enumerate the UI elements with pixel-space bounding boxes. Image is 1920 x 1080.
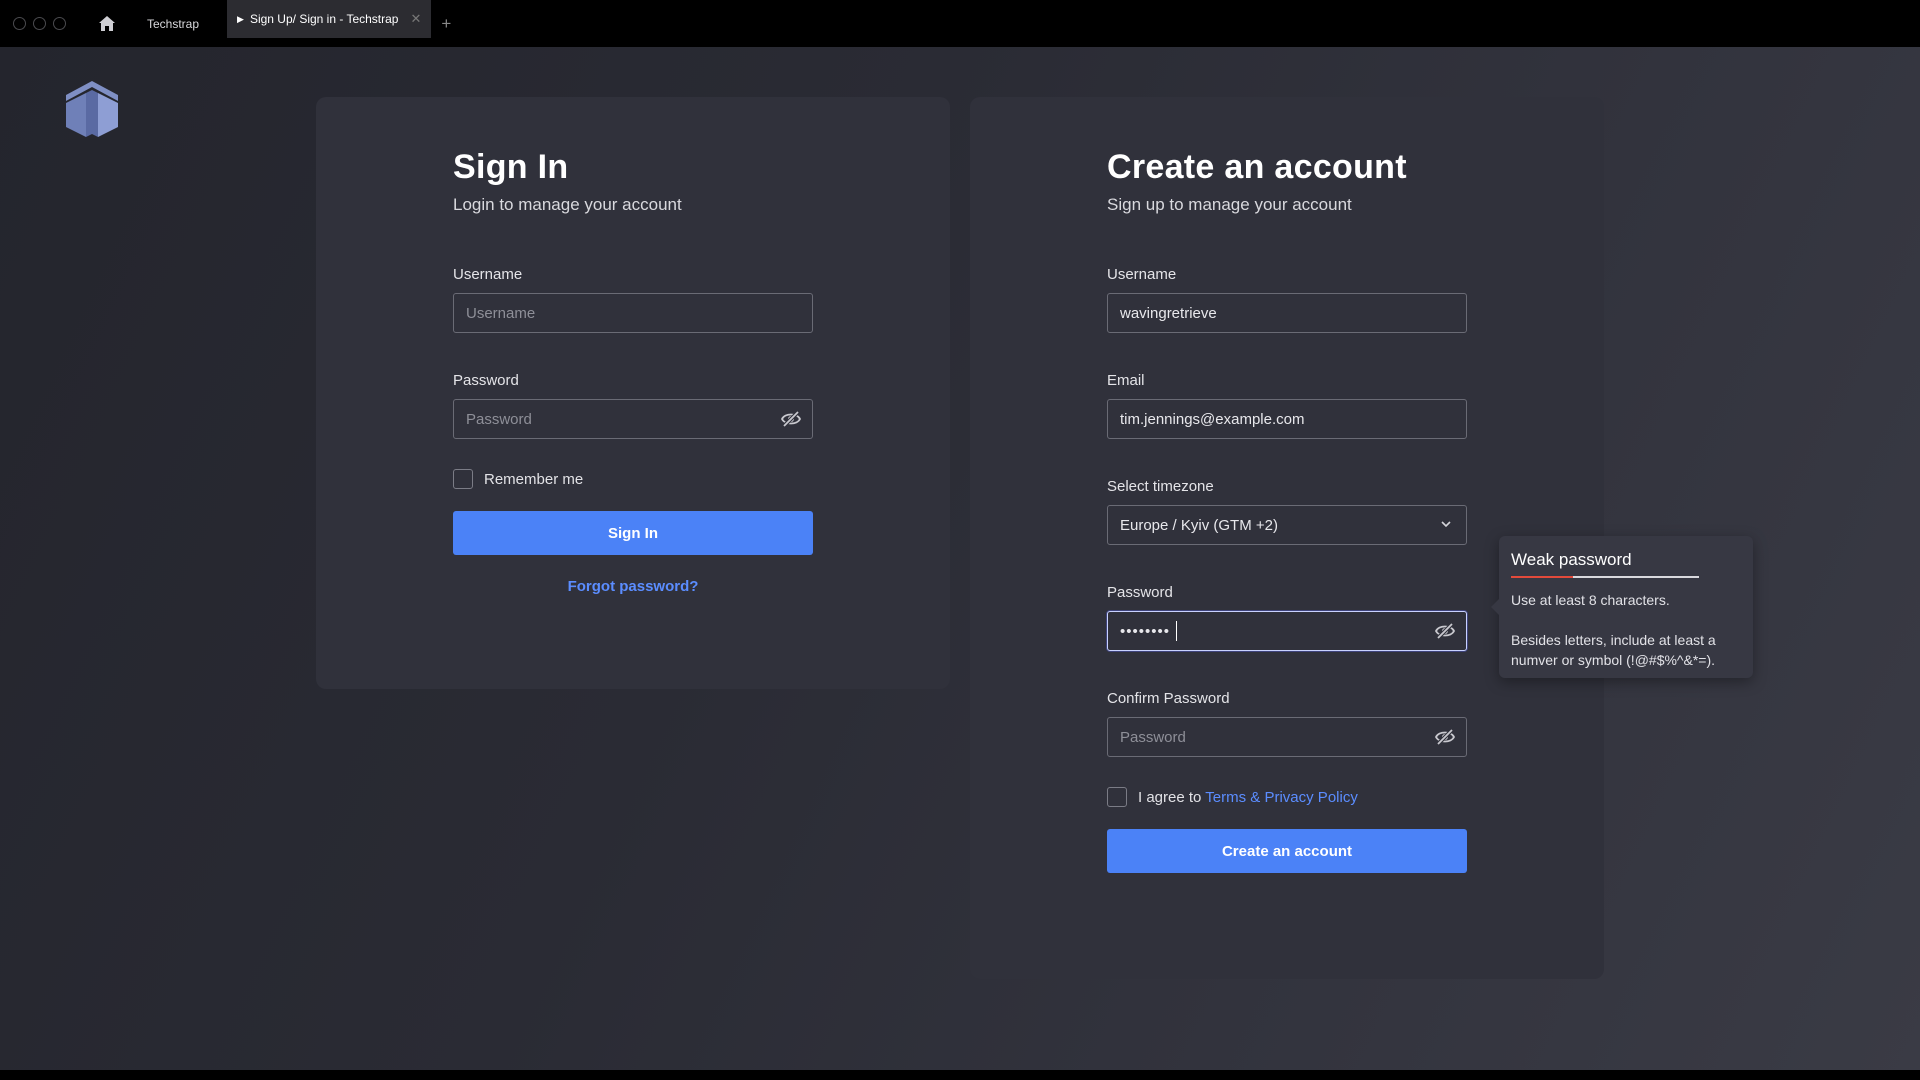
browser-titlebar: Techstrap ▶ Sign Up/ Sign in - Techstrap… <box>0 0 1920 47</box>
confirm-password-input[interactable]: Password <box>1107 717 1467 757</box>
remember-checkbox[interactable] <box>453 469 473 489</box>
signup-username-input[interactable]: wavingretrieve <box>1107 293 1467 333</box>
play-icon: ▶ <box>237 13 244 24</box>
maximize-window-button[interactable] <box>53 17 66 30</box>
tab-techstrap[interactable]: Techstrap <box>133 5 213 43</box>
minimize-window-button[interactable] <box>33 17 46 30</box>
signup-username-label: Username <box>1107 266 1177 283</box>
tooltip-line-2: Besides letters, include at least a numv… <box>1511 632 1716 668</box>
signin-button[interactable]: Sign In <box>453 511 813 555</box>
create-account-button[interactable]: Create an account <box>1107 829 1467 873</box>
password-strength-tooltip: Weak password Use at least 8 characters.… <box>1491 536 1753 678</box>
strength-remaining <box>1573 576 1699 578</box>
tab-signup-signin[interactable]: ▶ Sign Up/ Sign in - Techstrap ✕ <box>227 0 432 38</box>
bottom-bar <box>0 1070 1920 1080</box>
eye-off-icon[interactable] <box>1435 728 1455 746</box>
signin-card: Sign In Login to manage your account Use… <box>316 97 950 689</box>
tab-label: Techstrap <box>147 16 200 31</box>
agree-row: I agree to Terms & Privacy Policy <box>1107 787 1467 807</box>
timezone-select[interactable]: Europe / Kyiv (GTM +2) <box>1107 505 1467 545</box>
home-icon[interactable] <box>99 16 115 32</box>
signup-password-input[interactable]: •••••••• <box>1107 611 1467 651</box>
signin-form: Sign In Login to manage your account Use… <box>453 147 813 595</box>
email-label: Email <box>1107 372 1145 389</box>
eye-off-icon[interactable] <box>1435 622 1455 640</box>
signin-password-label: Password <box>453 372 519 389</box>
signup-title: Create an account <box>1107 148 1407 186</box>
email-input[interactable]: tim.jennings@example.com <box>1107 399 1467 439</box>
signup-password-label: Password <box>1107 584 1173 601</box>
text-caret <box>1176 621 1178 641</box>
agree-prefix: I agree to <box>1138 788 1202 806</box>
signin-username-input[interactable]: Username <box>453 293 813 333</box>
terms-link[interactable]: Terms & Privacy Policy <box>1205 789 1358 806</box>
agree-label: I agree to Terms & Privacy Policy <box>1138 789 1358 806</box>
new-tab-button[interactable]: + <box>441 14 451 34</box>
signin-username-label: Username <box>453 266 523 283</box>
signin-subtitle: Login to manage your account <box>453 195 682 214</box>
remember-row: Remember me <box>453 469 813 489</box>
page-background: Sign In Login to manage your account Use… <box>0 47 1920 1070</box>
tooltip-line-1: Use at least 8 characters. <box>1511 592 1670 608</box>
tab-label: Sign Up/ Sign in - Techstrap <box>249 12 399 26</box>
signup-form: Create an account Sign up to manage your… <box>1107 147 1467 873</box>
signin-title: Sign In <box>453 148 569 186</box>
forgot-password-link[interactable]: Forgot password? <box>453 578 813 595</box>
password-value: •••••••• <box>1120 622 1171 640</box>
timezone-label: Select timezone <box>1107 478 1214 495</box>
close-tab-icon[interactable]: ✕ <box>410 11 421 27</box>
chevron-down-icon <box>1441 521 1451 528</box>
strength-fill <box>1511 576 1574 578</box>
password-strength-meter <box>1511 576 1699 578</box>
eye-off-icon[interactable] <box>781 410 801 428</box>
confirm-password-label: Confirm Password <box>1107 690 1230 707</box>
window-controls <box>13 17 66 30</box>
tooltip-arrow <box>1491 599 1499 615</box>
remember-label: Remember me <box>484 470 584 488</box>
agree-checkbox[interactable] <box>1107 787 1127 807</box>
tooltip-title: Weak password <box>1511 550 1632 569</box>
close-window-button[interactable] <box>13 17 26 30</box>
signin-password-input[interactable]: Password <box>453 399 813 439</box>
signup-subtitle: Sign up to manage your account <box>1107 195 1352 214</box>
techstrap-logo <box>66 81 118 137</box>
